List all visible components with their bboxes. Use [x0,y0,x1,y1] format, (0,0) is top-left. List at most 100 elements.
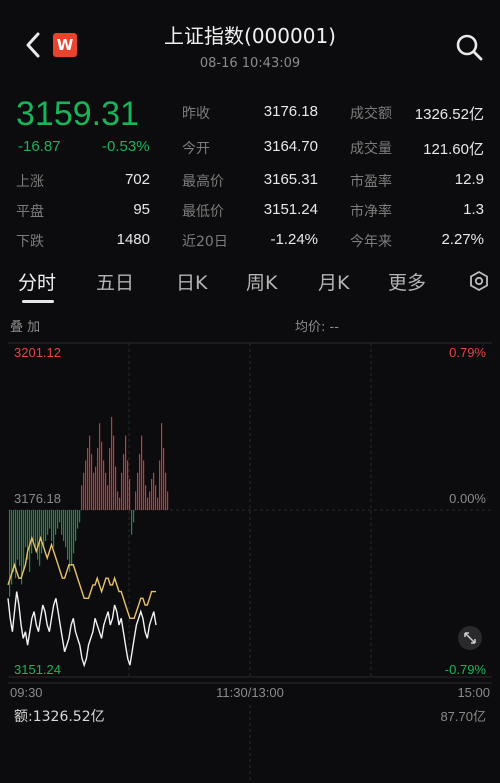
x-mid-label: 11:30/13:00 [216,685,284,700]
volume-bar [49,510,51,529]
volume-bar [119,497,121,510]
volume-bar [45,510,47,541]
up-label: 上涨 [16,174,44,190]
overlay-button[interactable]: 叠 加 [10,316,40,335]
volume-bar [67,510,69,560]
volume-bar [13,510,15,572]
down-label: 下跌 [16,234,44,250]
volume-bar [107,485,109,510]
volume-bar [161,423,163,510]
volume-bar [41,510,43,554]
avg-price-label: 均价: -- [295,320,339,335]
volume-bar [83,472,85,510]
price-line [7,591,157,668]
page-title: 上证指数(000001) [164,24,336,48]
volume-bar [145,485,147,510]
open-label: 今开 [182,141,210,157]
volume-bar [103,460,105,510]
active-tab-indicator [22,300,54,303]
pct-top-label: 0.79% [449,345,486,360]
volume-bar [19,510,21,566]
x-start-label: 09:30 [10,685,43,700]
volume-bar [37,510,39,560]
volume-bar [131,510,133,535]
volume-bar [157,497,159,510]
pct-bottom-label: -0.79% [445,662,487,677]
volume-bar [77,510,79,529]
volume-bar [63,510,65,541]
pb-value: 1.3 [463,201,484,218]
volume-bar [75,510,77,541]
high-value: 3165.31 [263,171,318,188]
volume-bar [51,510,53,541]
ytd-label: 今年来 [350,234,392,250]
down-value: 1480 [116,231,150,248]
volume-bar [135,491,137,510]
volume-bar [71,510,73,566]
tab-five-day[interactable]: 五日 [96,268,134,295]
volume-bar [85,460,87,510]
volume-bar [129,479,131,510]
volume-bar [99,423,101,510]
volume-bar [117,491,119,510]
volume-bar [121,472,123,510]
volume-bar [127,460,129,510]
volume-bar [95,466,97,510]
volume-bar [91,454,93,510]
volume-bar [65,510,67,548]
pb-label: 市净率 [350,204,392,220]
volume-bar [43,510,45,548]
price-change: -16.87 [18,138,61,155]
y-top-label: 3201.12 [14,345,61,360]
pct-mid-label: 0.00% [449,491,486,506]
volume-bar [139,454,141,510]
turnover-label: 成交额 [350,106,392,122]
volume-bar [61,510,63,535]
volume-bar [25,510,27,548]
volume-bar [167,491,169,510]
volume-bar [97,448,99,510]
volume-bar [17,510,19,560]
volume-bar [133,510,135,523]
timestamp: 08-16 10:43:09 [199,56,301,71]
volume-bar [105,472,107,510]
volume-bar [73,510,75,554]
tab-more[interactable]: 更多 [388,268,426,295]
turnover-value: 1326.52亿 [414,106,484,123]
amount-label: 额:1326.52亿 [14,709,105,725]
low-label: 最低价 [182,204,224,220]
volume-bar [53,510,55,548]
volume-bar [125,435,127,510]
y-bottom-label: 3151.24 [14,662,61,677]
d20-value: -1.24% [270,231,318,248]
volume-bar [165,472,167,510]
volume-bar [151,479,153,510]
volume-bar [89,435,91,510]
volume-bar [155,485,157,510]
volume-bar [87,448,89,510]
volume-bar [137,472,139,510]
y-mid-label: 3176.18 [14,491,61,506]
d20-label: 近20日 [182,234,228,250]
x-end-label: 15:00 [457,685,490,700]
tab-monthly-k[interactable]: 月K [318,268,349,295]
pe-label: 市盈率 [350,174,392,190]
low-value: 3151.24 [263,201,318,218]
top-bar: W 上证指数(000001) 08-16 10:43:09 [0,0,500,84]
volume-bar [35,510,37,548]
settings-icon[interactable] [468,270,490,292]
volume-bar [149,491,151,510]
pe-value: 12.9 [454,171,484,188]
tab-intraday[interactable]: 分时 [18,268,56,295]
expand-icon[interactable] [458,626,482,650]
prev-close-label: 昨收 [182,106,210,122]
tab-weekly-k[interactable]: 周K [246,268,277,295]
search-icon[interactable] [455,33,483,61]
volume-bar [55,510,57,535]
tab-daily-k[interactable]: 日K [176,268,207,295]
intraday-chart[interactable]: 3201.12 0.79% 3176.18 0.00% 3151.24 -0.7… [0,335,500,783]
volume-bar [111,417,113,510]
flat-value: 95 [133,201,150,218]
volume-label: 成交量 [350,141,392,157]
volume-bar [143,460,145,510]
